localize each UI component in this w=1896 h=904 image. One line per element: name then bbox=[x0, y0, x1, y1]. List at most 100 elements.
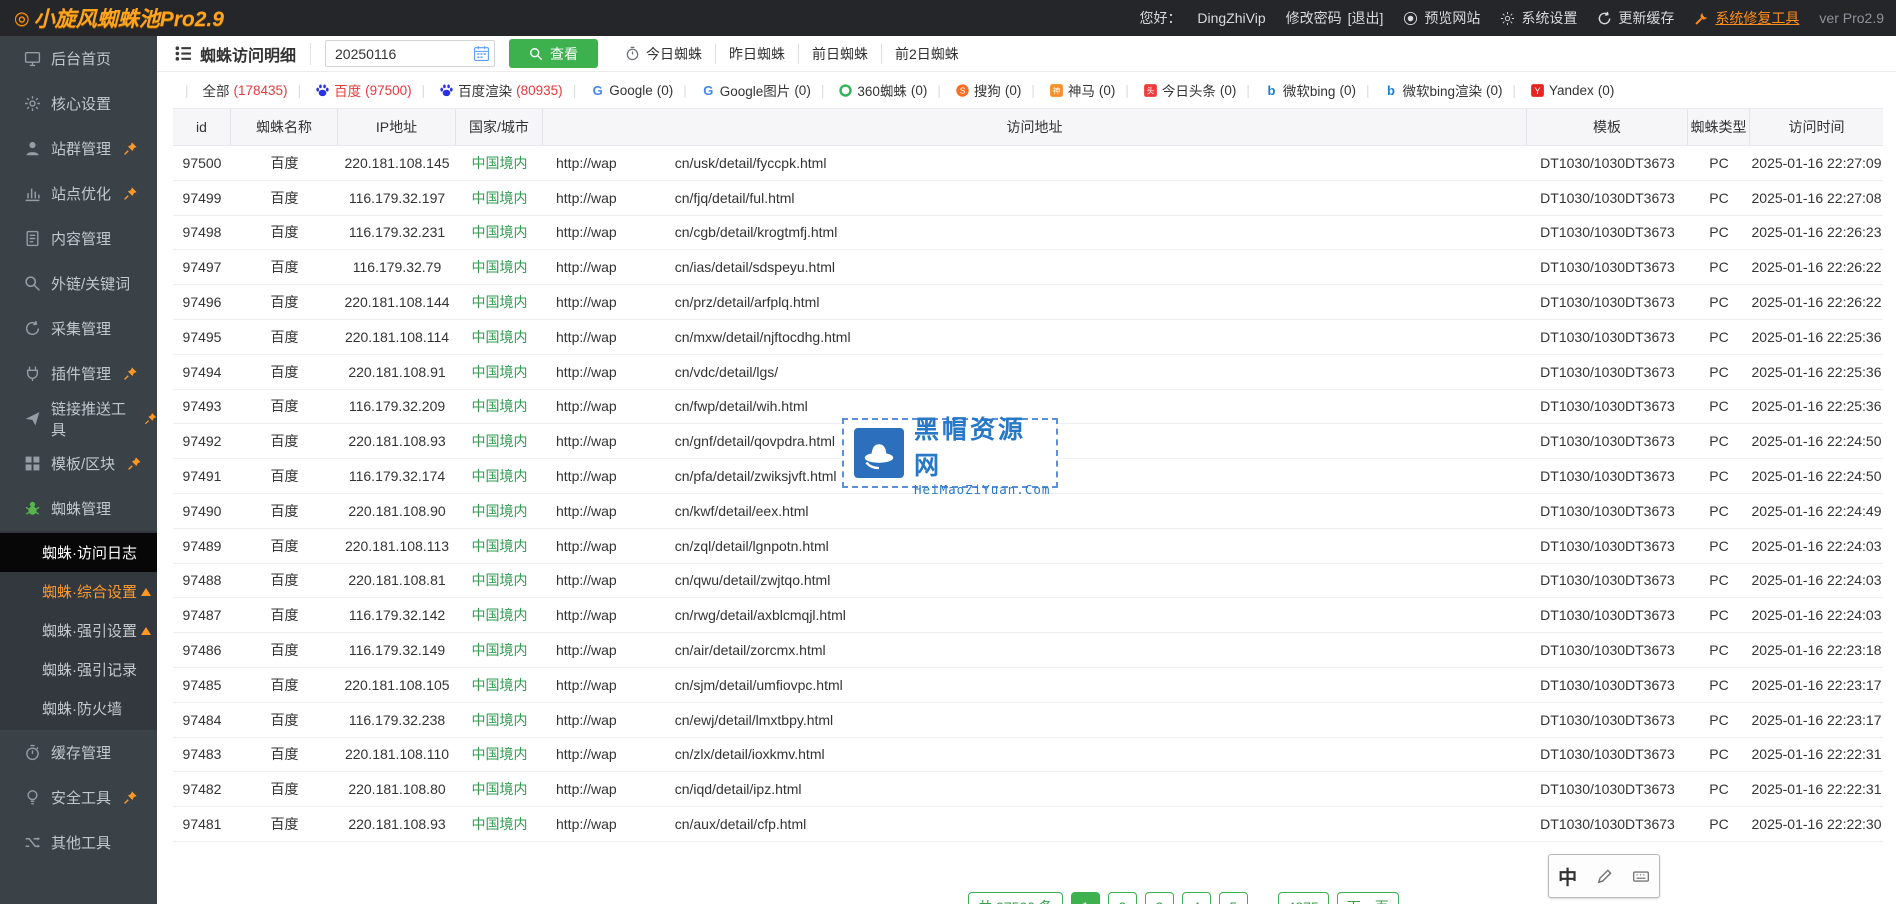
filter-chip[interactable]: 360蜘蛛(0) bbox=[811, 80, 928, 100]
change-password-link[interactable]: 修改密码 [退出] bbox=[1286, 8, 1384, 28]
system-settings-link[interactable]: 系统设置 bbox=[1500, 8, 1577, 28]
update-cache-link[interactable]: 更新缓存 bbox=[1597, 8, 1674, 28]
table-row[interactable]: 97498 百度 116.179.32.231 中国境内 http://wapc… bbox=[173, 216, 1883, 251]
cell-id: 97483 bbox=[173, 738, 231, 772]
table-row[interactable]: 97490 百度 220.181.108.90 中国境内 http://wapc… bbox=[173, 494, 1883, 529]
plug-icon bbox=[24, 365, 41, 382]
last-page-button[interactable]: 4875 bbox=[1278, 892, 1329, 904]
cell-time: 2025-01-16 22:24:49 bbox=[1750, 494, 1883, 528]
filter-chip[interactable]: S 搜狗(0) bbox=[927, 80, 1021, 100]
sidebar-item[interactable]: 缓存管理 bbox=[0, 730, 157, 775]
sidebar-item[interactable]: 其他工具 bbox=[0, 820, 157, 865]
eye-icon bbox=[1403, 11, 1418, 26]
cell-ip: 220.181.108.144 bbox=[338, 285, 456, 319]
filter-chip[interactable]: G Google(0) bbox=[563, 83, 674, 98]
cell-region: 中国境内 bbox=[456, 494, 543, 528]
table-row[interactable]: 97494 百度 220.181.108.91 中国境内 http://wapc… bbox=[173, 355, 1883, 390]
quick-link[interactable]: 前2日蜘蛛 bbox=[881, 44, 972, 64]
pen-icon[interactable] bbox=[1596, 867, 1614, 885]
cell-time: 2025-01-16 22:24:50 bbox=[1750, 459, 1883, 493]
filter-chip[interactable]: Y Yandex(0) bbox=[1503, 83, 1615, 98]
total-count: 共 97500 条 bbox=[968, 892, 1063, 904]
sidebar-item[interactable]: 蜘蛛管理 bbox=[0, 486, 157, 531]
cell-ip: 116.179.32.238 bbox=[338, 703, 456, 737]
page-button[interactable]: 1 bbox=[1071, 892, 1100, 904]
document-icon bbox=[24, 230, 41, 247]
watermark-title: 黑帽资源网 bbox=[914, 410, 1050, 482]
quick-link[interactable]: 前日蜘蛛 bbox=[798, 44, 881, 64]
cell-template: DT1030/1030DT3673 bbox=[1527, 424, 1688, 458]
view-button[interactable]: 查看 bbox=[509, 39, 598, 68]
filter-count: (0) bbox=[1099, 83, 1116, 98]
quick-link[interactable]: 今日蜘蛛 bbox=[612, 44, 715, 64]
table-row[interactable]: 97484 百度 116.179.32.238 中国境内 http://wapc… bbox=[173, 703, 1883, 738]
col-header-ip: IP地址 bbox=[338, 109, 456, 145]
version-label: ver Pro2.9 bbox=[1819, 10, 1884, 26]
sidebar-item[interactable]: 插件管理 bbox=[0, 351, 157, 396]
topbar: ◎ 小旋风蜘蛛池Pro2.9 您好： DingZhiVip 修改密码 [退出] … bbox=[0, 0, 1896, 36]
table-row[interactable]: 97500 百度 220.181.108.145 中国境内 http://wap… bbox=[173, 146, 1883, 181]
svg-text:Y: Y bbox=[1534, 86, 1541, 96]
ime-toolbar[interactable]: 中 bbox=[1548, 854, 1660, 898]
cell-id: 97493 bbox=[173, 390, 231, 424]
sidebar-item[interactable]: 链接推送工具 bbox=[0, 396, 157, 441]
cell-region: 中国境内 bbox=[456, 285, 543, 319]
ime-lang-indicator[interactable]: 中 bbox=[1558, 863, 1577, 890]
cell-type: PC bbox=[1688, 598, 1750, 632]
sidebar-item[interactable]: 安全工具 bbox=[0, 775, 157, 820]
filter-chip[interactable]: 头 今日头条(0) bbox=[1115, 80, 1236, 100]
next-page-button[interactable]: 下一页 bbox=[1337, 892, 1399, 904]
sidebar-item[interactable]: 采集管理 bbox=[0, 306, 157, 351]
page-button[interactable]: 2 bbox=[1108, 892, 1137, 904]
cell-time: 2025-01-16 22:22:31 bbox=[1750, 772, 1883, 806]
table-row[interactable]: 97495 百度 220.181.108.114 中国境内 http://wap… bbox=[173, 320, 1883, 355]
cell-region: 中国境内 bbox=[456, 459, 543, 493]
filter-chip[interactable]: 全部(178435) bbox=[175, 80, 288, 100]
table-row[interactable]: 97483 百度 220.181.108.110 中国境内 http://wap… bbox=[173, 738, 1883, 773]
filter-chip[interactable]: b 微软bing(0) bbox=[1236, 80, 1356, 100]
sidebar-item[interactable]: 核心设置 bbox=[0, 81, 157, 126]
sidebar-item[interactable]: 站群管理 bbox=[0, 126, 157, 171]
filter-chip[interactable]: G Google图片(0) bbox=[673, 80, 811, 100]
filter-chip[interactable]: b 微软bing渲染(0) bbox=[1356, 80, 1503, 100]
table-row[interactable]: 97486 百度 116.179.32.149 中国境内 http://wapc… bbox=[173, 633, 1883, 668]
filter-chip[interactable]: 百度(97500) bbox=[288, 80, 412, 100]
table-row[interactable]: 97489 百度 220.181.108.113 中国境内 http://wap… bbox=[173, 529, 1883, 564]
sidebar-item[interactable]: 模板/区块 bbox=[0, 441, 157, 486]
sidebar-item[interactable]: 内容管理 bbox=[0, 216, 157, 261]
sidebar-subitem[interactable]: 蜘蛛·综合设置 bbox=[0, 572, 157, 611]
cell-template: DT1030/1030DT3673 bbox=[1527, 633, 1688, 667]
table-row[interactable]: 97499 百度 116.179.32.197 中国境内 http://wapc… bbox=[173, 181, 1883, 216]
page-button[interactable]: 3 bbox=[1145, 892, 1174, 904]
table-row[interactable]: 97487 百度 116.179.32.142 中国境内 http://wapc… bbox=[173, 598, 1883, 633]
logout-link[interactable]: [退出] bbox=[1348, 8, 1384, 28]
date-input[interactable] bbox=[325, 40, 495, 67]
pin-icon bbox=[123, 141, 138, 156]
page-button[interactable]: 4 bbox=[1182, 892, 1211, 904]
table-row[interactable]: 97496 百度 220.181.108.144 中国境内 http://wap… bbox=[173, 285, 1883, 320]
table-row[interactable]: 97482 百度 220.181.108.80 中国境内 http://wapc… bbox=[173, 772, 1883, 807]
sidebar-subitem[interactable]: 蜘蛛·防火墙 bbox=[0, 689, 157, 728]
repair-tool-link[interactable]: 系统修复工具 bbox=[1694, 8, 1799, 28]
sidebar-item[interactable]: 后台首页 bbox=[0, 36, 157, 81]
sidebar-subitem[interactable]: 蜘蛛·访问日志 bbox=[0, 533, 157, 572]
page-button[interactable]: 5 bbox=[1219, 892, 1248, 904]
table-row[interactable]: 97481 百度 220.181.108.93 中国境内 http://wapc… bbox=[173, 807, 1883, 842]
table-row[interactable]: 97497 百度 116.179.32.79 中国境内 http://wapcn… bbox=[173, 250, 1883, 285]
quick-link[interactable]: 昨日蜘蛛 bbox=[715, 44, 798, 64]
table-row[interactable]: 97488 百度 220.181.108.81 中国境内 http://wapc… bbox=[173, 564, 1883, 599]
sidebar-subitem[interactable]: 蜘蛛·强引记录 bbox=[0, 650, 157, 689]
preview-site-link[interactable]: 预览网站 bbox=[1403, 8, 1480, 28]
sidebar-subitem[interactable]: 蜘蛛·强引设置 bbox=[0, 611, 157, 650]
table-row[interactable]: 97485 百度 220.181.108.105 中国境内 http://wap… bbox=[173, 668, 1883, 703]
keyboard-icon[interactable] bbox=[1632, 867, 1650, 885]
sidebar-item[interactable]: 外链/关键词 bbox=[0, 261, 157, 306]
cell-ip: 220.181.108.145 bbox=[338, 146, 456, 180]
filter-chip[interactable]: 神 神马(0) bbox=[1021, 80, 1115, 100]
cell-ip: 220.181.108.91 bbox=[338, 355, 456, 389]
calendar-icon[interactable] bbox=[473, 45, 490, 62]
cell-url: http://wapcn/ias/detail/sdspeyu.html bbox=[543, 250, 1527, 284]
cell-ip: 220.181.108.93 bbox=[338, 424, 456, 458]
sidebar-item[interactable]: 站点优化 bbox=[0, 171, 157, 216]
filter-chip[interactable]: 百度渲染(80935) bbox=[412, 80, 563, 100]
